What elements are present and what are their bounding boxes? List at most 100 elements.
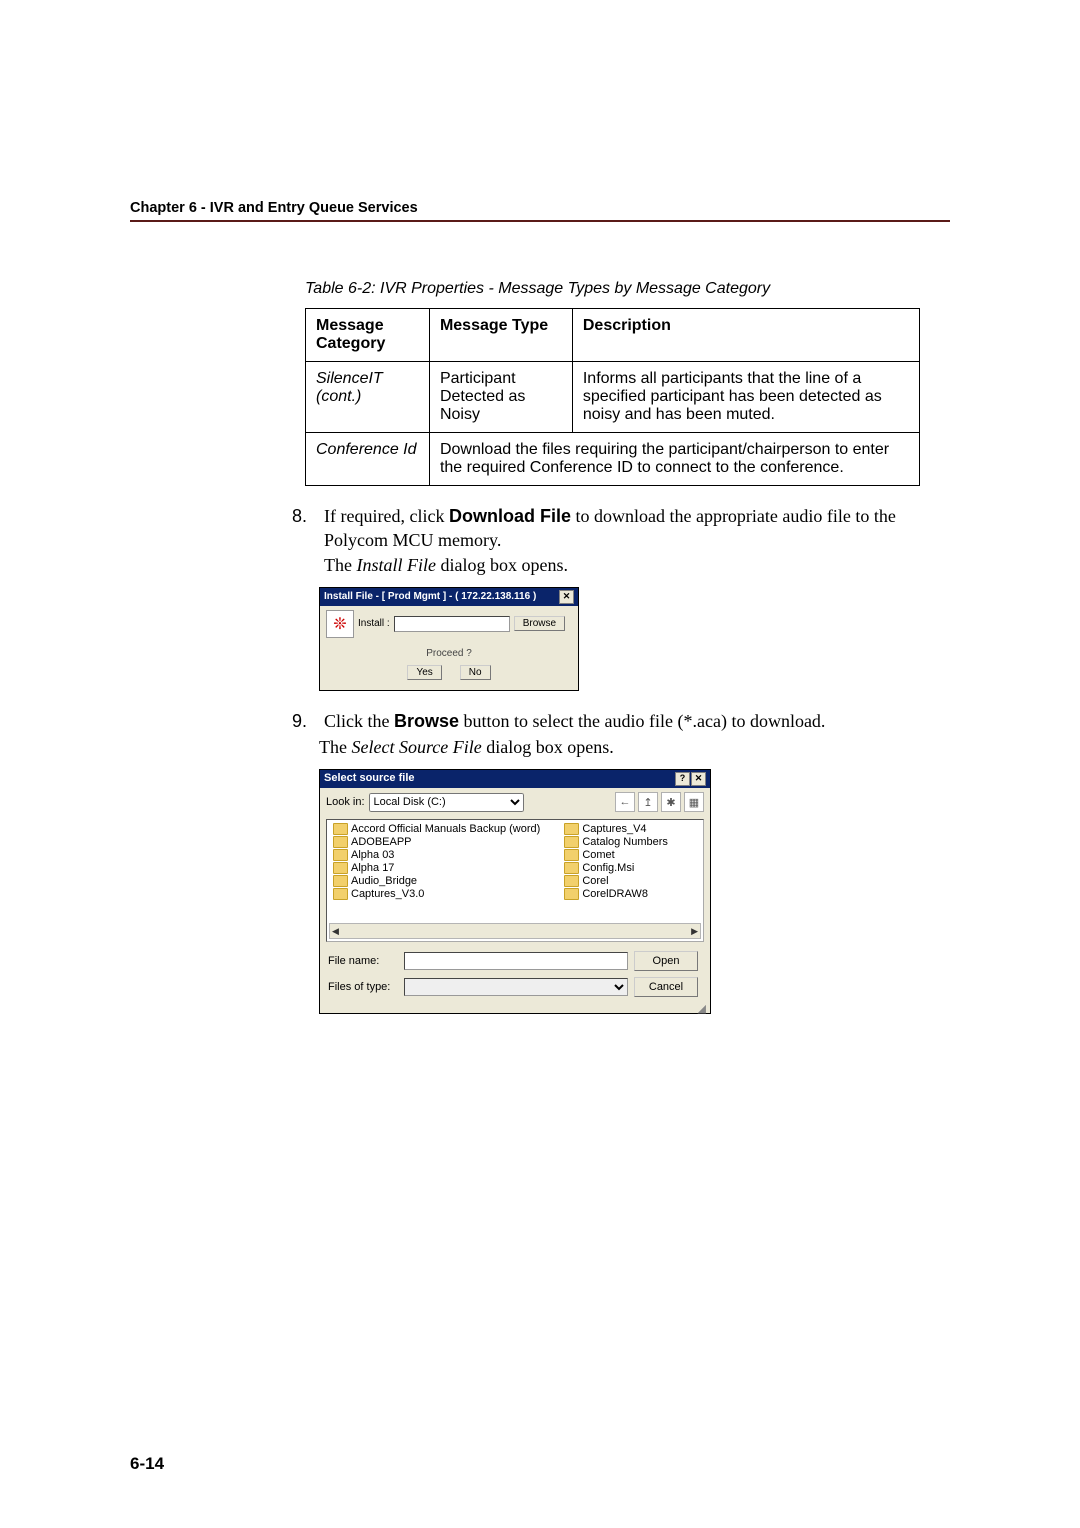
browse-button[interactable]: Browse <box>514 616 565 631</box>
list-item[interactable]: ADOBEAPP <box>333 836 540 848</box>
folder-icon <box>564 862 579 874</box>
folder-icon <box>564 888 579 900</box>
list-item[interactable]: Comet <box>564 849 668 861</box>
page-number: 6-14 <box>130 1454 164 1474</box>
dialog-titlebar: Install File - [ Prod Mgmt ] - ( 172.22.… <box>320 588 578 606</box>
step-9: 9. Click the Browse button to select the… <box>279 709 950 733</box>
file-list-column: Captures_V4 Catalog Numbers Comet Config… <box>564 823 668 900</box>
folder-label: Captures_V4 <box>582 823 646 835</box>
th-description: Description <box>572 309 919 362</box>
list-item[interactable]: Audio_Bridge <box>333 875 540 887</box>
step-text: button to select the audio file (*.aca) … <box>459 711 825 731</box>
folder-icon <box>333 862 348 874</box>
folder-label: Catalog Numbers <box>582 836 668 848</box>
folder-icon <box>564 836 579 848</box>
folder-label: Accord Official Manuals Backup (word) <box>351 823 540 835</box>
install-icon: ❊ <box>326 610 354 638</box>
ivr-properties-table: Message Category Message Type Descriptio… <box>305 308 920 486</box>
folder-label: Captures_V3.0 <box>351 888 424 900</box>
scroll-left-icon[interactable]: ◀ <box>332 926 339 937</box>
install-input[interactable] <box>394 616 510 632</box>
dialog-title: Select source file <box>324 772 415 786</box>
look-in-select[interactable]: Local Disk (C:) <box>369 793 524 812</box>
back-icon[interactable]: ← <box>615 792 635 812</box>
cancel-button[interactable]: Cancel <box>634 977 698 997</box>
new-folder-icon[interactable]: ✱ <box>661 792 681 812</box>
dialog-titlebar: Select source file ? ✕ <box>320 770 710 788</box>
td-category: SilenceIT (cont.) <box>306 362 430 433</box>
browse-bold: Browse <box>394 711 459 731</box>
proceed-label: Proceed ? <box>326 648 572 659</box>
resize-grip-icon[interactable]: ◢ <box>320 1005 710 1013</box>
scroll-right-icon[interactable]: ▶ <box>691 926 698 937</box>
horizontal-scrollbar[interactable]: ◀ ▶ <box>329 923 701 939</box>
file-name-label: File name: <box>328 955 398 967</box>
download-file-bold: Download File <box>449 506 571 526</box>
folder-label: Alpha 17 <box>351 862 394 874</box>
td-merged-desc: Download the files requiring the partici… <box>429 433 919 486</box>
chapter-header: Chapter 6 - IVR and Entry Queue Services <box>130 200 950 216</box>
list-item[interactable]: CorelDRAW8 <box>564 888 668 900</box>
folder-icon <box>333 836 348 848</box>
install-file-dialog: Install File - [ Prod Mgmt ] - ( 172.22.… <box>319 587 579 691</box>
dialog-title: Install File - [ Prod Mgmt ] - ( 172.22.… <box>324 591 536 602</box>
list-item[interactable]: Accord Official Manuals Backup (word) <box>333 823 540 835</box>
list-item[interactable]: Captures_V3.0 <box>333 888 540 900</box>
files-of-type-label: Files of type: <box>328 981 398 993</box>
folder-label: Alpha 03 <box>351 849 394 861</box>
folder-icon <box>564 823 579 835</box>
files-of-type-select[interactable] <box>404 978 628 996</box>
th-message-category: Message Category <box>306 309 430 362</box>
step-followup: The Install File dialog box opens. <box>324 555 568 575</box>
step-number: 9. <box>279 709 307 733</box>
file-list-column: Accord Official Manuals Backup (word) AD… <box>333 823 540 900</box>
install-label: Install : <box>358 618 390 629</box>
folder-icon <box>564 875 579 887</box>
table-row: Conference Id Download the files requiri… <box>306 433 920 486</box>
install-file-dialog-wrap: Install File - [ Prod Mgmt ] - ( 172.22.… <box>319 587 950 691</box>
close-icon[interactable]: ✕ <box>559 590 574 604</box>
no-button[interactable]: No <box>460 665 491 680</box>
folder-label: Comet <box>582 849 614 861</box>
list-item[interactable]: Corel <box>564 875 668 887</box>
folder-icon <box>333 849 348 861</box>
up-one-level-icon[interactable]: ↥ <box>638 792 658 812</box>
close-icon[interactable]: ✕ <box>691 772 706 786</box>
look-in-label: Look in: <box>326 796 365 808</box>
header-rule <box>130 220 950 222</box>
folder-label: CorelDRAW8 <box>582 888 648 900</box>
yes-button[interactable]: Yes <box>407 665 441 680</box>
list-item[interactable]: Config.Msi <box>564 862 668 874</box>
step-9-followup: The Select Source File dialog box opens. <box>319 735 950 759</box>
folder-label: Corel <box>582 875 608 887</box>
list-item[interactable]: Alpha 17 <box>333 862 540 874</box>
open-button[interactable]: Open <box>634 951 698 971</box>
file-list[interactable]: Accord Official Manuals Backup (word) AD… <box>326 819 704 942</box>
select-source-dialog-wrap: Select source file ? ✕ Look in: Local Di… <box>319 769 950 1014</box>
td-type: Participant Detected as Noisy <box>429 362 572 433</box>
dialog-toolbar: Look in: Local Disk (C:) ← ↥ ✱ ▦ <box>320 788 710 816</box>
step-text: Click the <box>324 711 394 731</box>
th-message-type: Message Type <box>429 309 572 362</box>
step-8: 8. If required, click Download File to d… <box>279 504 950 577</box>
folder-icon <box>333 875 348 887</box>
folder-icon <box>333 888 348 900</box>
table-caption: Table 6-2: IVR Properties - Message Type… <box>305 280 950 298</box>
file-name-input[interactable] <box>404 952 628 970</box>
list-item[interactable]: Alpha 03 <box>333 849 540 861</box>
step-text: If required, click <box>324 506 449 526</box>
folder-label: Config.Msi <box>582 862 634 874</box>
select-source-file-dialog: Select source file ? ✕ Look in: Local Di… <box>319 769 711 1014</box>
step-body: Click the Browse button to select the au… <box>324 709 924 733</box>
folder-icon <box>333 823 348 835</box>
step-body: If required, click Download File to down… <box>324 504 924 577</box>
view-menu-icon[interactable]: ▦ <box>684 792 704 812</box>
table-row: SilenceIT (cont.) Participant Detected a… <box>306 362 920 433</box>
td-desc: Informs all participants that the line o… <box>572 362 919 433</box>
list-item[interactable]: Captures_V4 <box>564 823 668 835</box>
folder-icon <box>564 849 579 861</box>
folder-label: ADOBEAPP <box>351 836 412 848</box>
step-number: 8. <box>279 504 307 528</box>
list-item[interactable]: Catalog Numbers <box>564 836 668 848</box>
help-icon[interactable]: ? <box>675 772 690 786</box>
